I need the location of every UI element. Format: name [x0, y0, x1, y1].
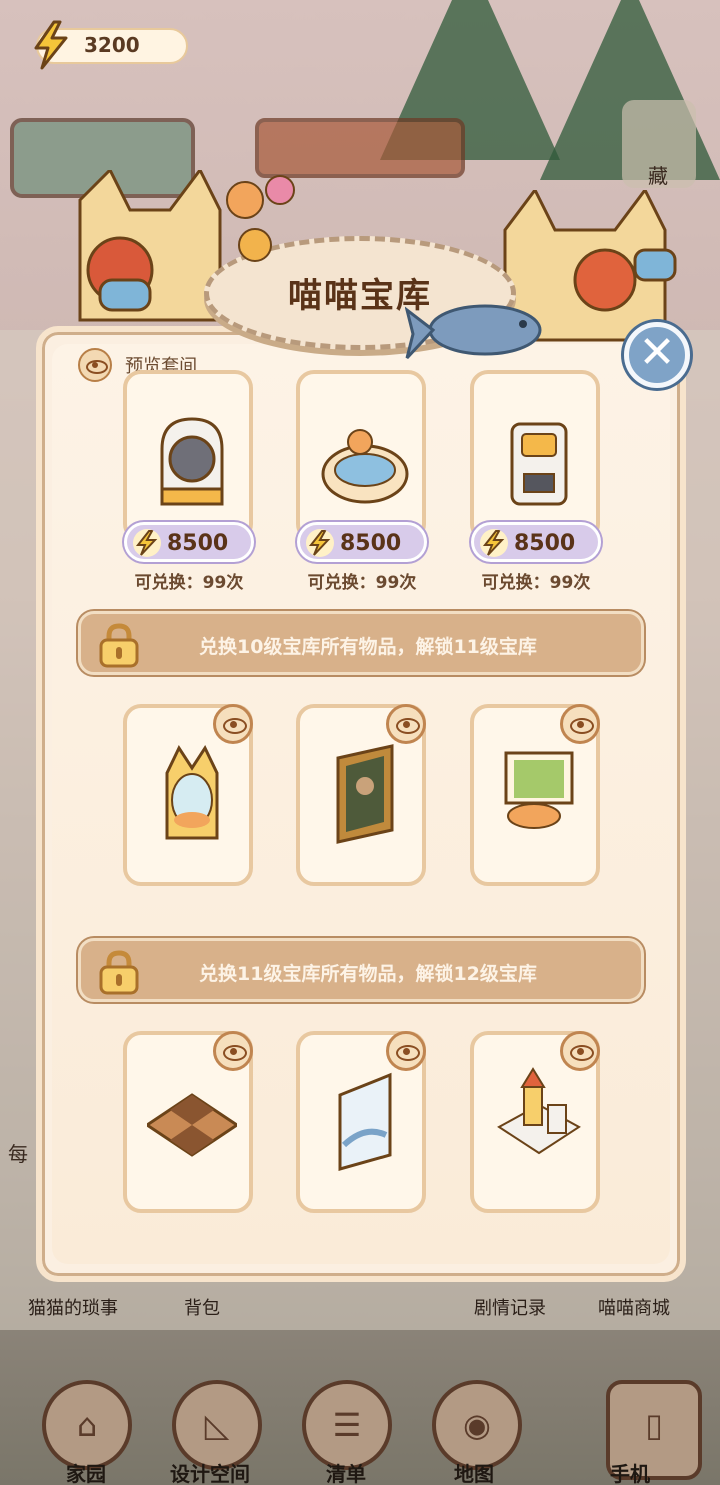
close-icon: ✕ [638, 327, 676, 378]
cat-window-pod-icon [165, 744, 219, 840]
vault-title: 喵喵宝库 [288, 276, 432, 316]
lightning-icon [480, 529, 508, 557]
ruler-icon: ◺ [204, 1406, 230, 1444]
vault-item-card[interactable] [296, 1031, 426, 1213]
background-banner [255, 118, 465, 178]
phone-icon: ▯ [645, 1406, 663, 1444]
litter-box-icon [160, 417, 224, 506]
vault-item-card[interactable] [470, 370, 600, 542]
wall-poster-icon [338, 1072, 392, 1171]
unlock-tier-banner: 兑换10级宝库所有物品，解锁11级宝库 [78, 611, 644, 675]
nav-home-button[interactable]: ⌂ [42, 1380, 132, 1470]
home-icon: ⌂ [76, 1406, 98, 1444]
nav-label-checklist: 清单 [326, 1462, 366, 1485]
map-icon: ◉ [463, 1406, 491, 1444]
nav-label-phone: 手机 [610, 1462, 650, 1485]
nav-design-button[interactable]: ◺ [172, 1380, 262, 1470]
collection-label: 藏 [648, 164, 668, 188]
nav-label-design: 设计空间 [170, 1462, 250, 1485]
nav-label-map: 地图 [454, 1462, 494, 1485]
cat-feeder-icon [510, 422, 568, 506]
quick-link-story-log[interactable]: 剧情记录 [474, 1294, 546, 1320]
lock-icon [99, 623, 139, 668]
painting-frame-icon [336, 744, 394, 844]
remaining-count: 可兑换：99次 [481, 573, 591, 593]
quick-link-backpack[interactable]: 背包 [184, 1294, 220, 1320]
checker-rug-icon [147, 1093, 237, 1157]
vault-item-card[interactable] [470, 1031, 600, 1213]
checklist-icon: ☰ [332, 1406, 362, 1444]
flower-decoration [226, 175, 295, 262]
vault-item-card[interactable] [470, 704, 600, 886]
vault-item-card[interactable] [296, 704, 426, 886]
remaining-count: 可兑换：99次 [307, 573, 417, 593]
lightning-icon [306, 529, 334, 557]
price-button[interactable]: 8500 [471, 522, 601, 562]
vault-item-card[interactable] [123, 370, 253, 542]
nav-map-button[interactable]: ◉ [432, 1380, 522, 1470]
quick-link-shop[interactable]: 喵喵商城 [598, 1294, 670, 1320]
nav-label-home: 家园 [66, 1462, 106, 1485]
remaining-count: 可兑换：99次 [134, 573, 244, 593]
unlock-tier-banner: 兑换11级宝库所有物品，解锁12级宝库 [78, 938, 644, 1002]
nav-checklist-button[interactable]: ☰ [302, 1380, 392, 1470]
vault-item-card[interactable] [123, 1031, 253, 1213]
lightning-icon [133, 529, 161, 557]
price-button[interactable]: 8500 [124, 522, 254, 562]
castle-model-icon [497, 1067, 581, 1155]
vault-item-card[interactable] [123, 704, 253, 886]
daily-label: 每 [8, 1142, 28, 1166]
window-bed-icon [504, 751, 574, 829]
unlock-tier-text: 兑换11级宝库所有物品，解锁12级宝库 [199, 963, 537, 985]
price-value: 8500 [167, 531, 229, 556]
energy-value: 3200 [84, 33, 140, 57]
cat-bed-icon [321, 429, 409, 504]
lock-icon [99, 950, 139, 995]
eye-icon [78, 348, 112, 382]
price-value: 8500 [514, 531, 576, 556]
close-button[interactable]: ✕ [624, 322, 690, 388]
lightning-icon [34, 20, 68, 70]
price-button[interactable]: 8500 [297, 522, 427, 562]
vault-item-card[interactable] [296, 370, 426, 542]
quick-link-chores[interactable]: 猫猫的琐事 [28, 1294, 118, 1320]
price-value: 8500 [340, 531, 402, 556]
unlock-tier-text: 兑换10级宝库所有物品，解锁11级宝库 [199, 636, 537, 658]
